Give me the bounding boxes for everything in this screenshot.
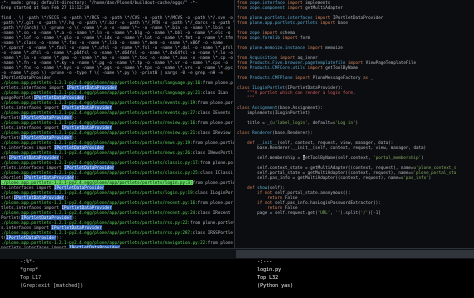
code-text: ).split( — [340, 210, 361, 215]
code-text: """ — [237, 95, 255, 100]
mode-line-buffer-name: *grep* — [20, 267, 39, 273]
code-text: page = self.request.get( — [237, 210, 318, 215]
mode-line-position: Top L32 — [257, 275, 279, 281]
code-text: """A portlet which can render a login fo… — [237, 90, 356, 95]
code-text: u'Log in' — [332, 120, 356, 125]
code-text: '/' — [360, 210, 369, 215]
code-text: u'label_login' — [272, 120, 308, 125]
code-text: class IClassi — [200, 170, 233, 175]
code-text: import — [287, 5, 306, 10]
grep-results-pane[interactable]: -*- mode: grep; default-directory: "/hom… — [0, 0, 235, 248]
code-text: self.pas_info = getMultiAdapter((context… — [237, 175, 401, 180]
code-text: from plone.p — [202, 80, 233, 85]
code-text: from plone.po — [200, 160, 233, 165]
code-text: import — [320, 20, 338, 25]
code-text: _ — [370, 75, 374, 80]
code-text: base.Renderer.__init__(self, context, re… — [237, 145, 427, 150]
code-text: memoize — [325, 45, 343, 50]
mode-line-grep[interactable]: -:%*- *grep* Top L17 (Grep:exit [matched… — [2, 250, 232, 289]
code-text: from plone.por — [197, 200, 233, 205]
mode-line-position: Top L17 — [20, 275, 42, 281]
code-text: ) — [355, 120, 359, 125]
code-text: class IRecent — [197, 210, 231, 215]
code-text: class — [237, 130, 253, 135]
mode-line-flags: -:--- — [257, 259, 273, 265]
code-text: from — [237, 5, 250, 10]
code-text: ) — [421, 155, 424, 160]
code-text: from plone.por — [197, 100, 233, 105]
code-text: Products.CMFPlone — [249, 75, 295, 80]
code-text: Grep started at Sun Feb 27 11:12:39 — [1, 5, 90, 10]
code-text: class IRSSPortle — [192, 230, 233, 235]
code-text: getToolByName — [325, 65, 359, 70]
mode-line-login-py[interactable]: -:--- login.py Top L32 (Python yas) — [236, 250, 474, 289]
code-text: from — [237, 20, 250, 25]
source-code-pane[interactable]: from zope.interface import implements fro… — [235, 0, 474, 248]
code-text: as — [363, 75, 371, 80]
mode-line-buffer-name: login.py — [257, 267, 282, 273]
code-text: from — [237, 75, 250, 80]
code-text: class IEvents — [197, 110, 231, 115]
code-text: form — [300, 35, 311, 40]
code-line[interactable]: page = self.request.get('URL', '').split… — [235, 210, 474, 215]
code-text: , default= — [307, 120, 333, 125]
code-text: PloneMessageFactory — [312, 75, 364, 80]
code-text: getMultiAdapter — [305, 5, 343, 10]
code-text: zope.component — [249, 5, 288, 10]
mode-line-flags: -:%*- — [20, 259, 36, 265]
code-text: from plone.portle — [192, 180, 235, 185]
code-text: etToolByName(self.context, — [305, 155, 374, 160]
code-text: import — [307, 65, 326, 70]
code-text: implements(ILoginPortlet) — [237, 110, 311, 115]
code-text: import — [282, 35, 301, 40]
code-text: class ILan — [202, 90, 228, 95]
code-text: )[-1] — [368, 210, 381, 215]
code-text: plone.memoize.instance — [249, 45, 308, 50]
code-text: 'URL' — [317, 210, 331, 215]
code-text: from — [237, 45, 250, 50]
code-text: u'pas_info' — [400, 175, 429, 180]
mode-line-major-mode: (Python yas) — [257, 283, 294, 289]
code-text: title = _( — [237, 120, 273, 125]
code-text: from — [237, 65, 250, 70]
code-text: self.membership = — [237, 155, 303, 160]
code-text: from plone.portlet — [190, 220, 235, 225]
code-text: from plone.por — [197, 120, 233, 125]
code-text: (base.Renderer): — [272, 130, 313, 135]
code-text: 'portal_membership' — [373, 155, 422, 160]
code-text: from plone. — [207, 240, 235, 245]
mode-line-major-mode: (Grep:exit [matched]) — [20, 283, 84, 289]
code-text: Products.CMFCore.utils — [249, 65, 308, 70]
code-text: import — [307, 45, 326, 50]
code-text: ) — [428, 175, 432, 180]
code-text: base — [337, 20, 348, 25]
emacs-frame: -*- mode: grep; default-directory: "/hom… — [0, 0, 474, 289]
code-text: class IReview — [197, 130, 231, 135]
code-text: from — [237, 35, 250, 40]
code-text: class ILoginPor — [195, 190, 233, 195]
code-text: import — [295, 75, 313, 80]
code-text: class INewsPortl — [192, 150, 233, 155]
code-text: plone.app.portlets.portlets — [249, 20, 321, 25]
code-text: zope.formlib — [249, 35, 283, 40]
code-text: Renderer — [252, 130, 273, 135]
mode-line: -:%*- *grep* Top L17 (Grep:exit [matched… — [0, 248, 474, 289]
code-text: ViewPageTemplateFile — [365, 60, 417, 65]
code-text: from plone.portle — [192, 140, 235, 145]
